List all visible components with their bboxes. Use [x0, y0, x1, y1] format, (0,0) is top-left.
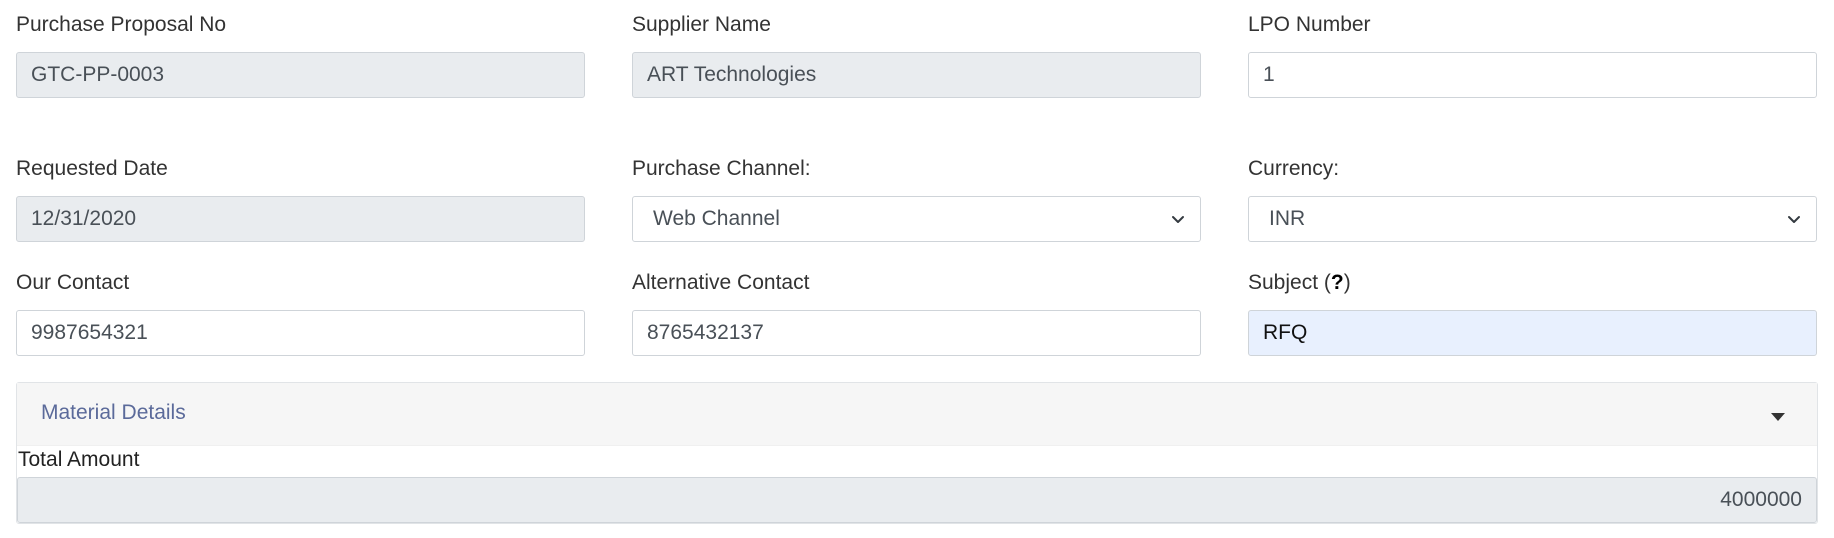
purchase-proposal-no-group: Purchase Proposal No GTC-PP-0003 [16, 12, 585, 98]
currency-label: Currency: [1248, 157, 1340, 180]
requested-date-label: Requested Date [16, 157, 168, 180]
requested-date-group: Requested Date 12/31/2020 [16, 156, 585, 242]
purchase-channel-group: Purchase Channel: Web Channel [632, 156, 1201, 242]
requested-date-field[interactable]: 12/31/2020 [16, 196, 585, 242]
alternative-contact-field[interactable]: 8765432137 [632, 310, 1201, 356]
form-row-1: Purchase Proposal No GTC-PP-0003 Supplie… [16, 0, 1818, 140]
supplier-name-field[interactable]: ART Technologies [632, 52, 1201, 98]
purchase-proposal-no-label: Purchase Proposal No [16, 13, 227, 36]
our-contact-label: Our Contact [16, 271, 130, 294]
form-row-3: Our Contact 9987654321 Alternative Conta… [16, 254, 1818, 374]
caret-down-icon[interactable] [1771, 413, 1785, 421]
purchase-channel-label: Purchase Channel: [632, 157, 811, 180]
subject-group: Subject (?) RFQ [1248, 270, 1817, 356]
alternative-contact-group: Alternative Contact 8765432137 [632, 270, 1201, 356]
alternative-contact-label: Alternative Contact [632, 271, 810, 294]
currency-selected: INR [1269, 207, 1306, 230]
subject-field[interactable]: RFQ [1248, 310, 1817, 356]
our-contact-field[interactable]: 9987654321 [16, 310, 585, 356]
purchase-proposal-no-field[interactable]: GTC-PP-0003 [16, 52, 585, 98]
purchase-channel-selected: Web Channel [653, 207, 780, 230]
subject-label: Subject (?) [1248, 270, 1817, 296]
chevron-down-icon [1788, 216, 1800, 223]
material-details-panel: Material Details Total Amount 4000000 [16, 382, 1818, 524]
lpo-number-group: LPO Number 1 [1248, 12, 1817, 98]
form-row-2: Requested Date 12/31/2020 Purchase Chann… [16, 140, 1818, 254]
material-details-header[interactable]: Material Details [17, 383, 1817, 446]
material-details-title[interactable]: Material Details [41, 401, 186, 425]
total-amount-field[interactable]: 4000000 [17, 477, 1817, 523]
subject-label-suffix: ) [1343, 271, 1351, 294]
chevron-down-icon [1172, 216, 1184, 223]
lpo-number-field[interactable]: 1 [1248, 52, 1817, 98]
currency-group: Currency: INR [1248, 156, 1817, 242]
purchase-channel-select[interactable]: Web Channel [632, 196, 1201, 242]
supplier-name-label: Supplier Name [632, 13, 771, 36]
lpo-number-label: LPO Number [1248, 13, 1371, 36]
total-amount-label: Total Amount [18, 448, 140, 471]
subject-label-text: Subject ( [1248, 271, 1331, 294]
purchase-proposal-form: Purchase Proposal No GTC-PP-0003 Supplie… [16, 0, 1818, 374]
currency-select[interactable]: INR [1248, 196, 1817, 242]
help-icon[interactable]: ? [1331, 271, 1344, 294]
supplier-name-group: Supplier Name ART Technologies [632, 12, 1201, 98]
our-contact-group: Our Contact 9987654321 [16, 270, 585, 356]
